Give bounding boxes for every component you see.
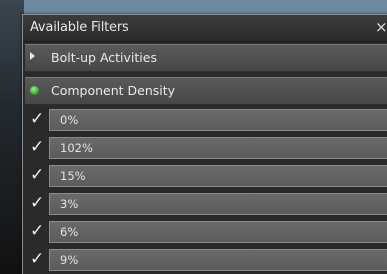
- filter-item-9-percent[interactable]: ✓ 9%: [25, 247, 387, 273]
- filter-item-6-percent[interactable]: ✓ 6%: [25, 219, 387, 245]
- filter-group-label: Bolt-up Activities: [51, 50, 157, 65]
- filter-item-box[interactable]: 6%: [49, 221, 387, 243]
- filter-group-component-density[interactable]: Component Density: [25, 77, 387, 105]
- background-viewport-edge: [0, 0, 24, 274]
- filter-item-102-percent[interactable]: ✓ 102%: [25, 135, 387, 161]
- filter-item-label: 102%: [60, 141, 93, 155]
- close-icon[interactable]: ×: [375, 18, 387, 36]
- filter-item-label: 6%: [60, 225, 79, 239]
- expand-arrow-icon[interactable]: [30, 52, 35, 60]
- filter-item-3-percent[interactable]: ✓ 3%: [25, 191, 387, 217]
- checkmark-icon[interactable]: ✓: [30, 193, 44, 213]
- available-filters-panel: Available Filters × Bolt-up Activities C…: [22, 14, 387, 274]
- checkmark-icon[interactable]: ✓: [30, 221, 44, 241]
- panel-title: Available Filters: [30, 20, 129, 35]
- filter-item-box[interactable]: 0%: [49, 109, 387, 131]
- panel-title-bar[interactable]: Available Filters ×: [23, 15, 387, 42]
- filter-item-15-percent[interactable]: ✓ 15%: [25, 163, 387, 189]
- checkmark-icon[interactable]: ✓: [30, 137, 44, 157]
- filter-item-label: 15%: [60, 169, 86, 183]
- filter-item-label: 0%: [60, 113, 79, 127]
- screen: Available Filters × Bolt-up Activities C…: [0, 0, 387, 274]
- filter-item-0-percent[interactable]: ✓ 0%: [25, 107, 387, 133]
- filter-group-label: Component Density: [51, 83, 176, 98]
- filter-item-box[interactable]: 102%: [49, 137, 387, 159]
- checkmark-icon[interactable]: ✓: [30, 109, 44, 129]
- green-status-dot-icon: [30, 86, 39, 95]
- checkmark-icon[interactable]: ✓: [30, 249, 44, 269]
- filter-item-box[interactable]: 3%: [49, 193, 387, 215]
- filter-item-label: 9%: [60, 253, 79, 267]
- filter-item-label: 3%: [60, 197, 79, 211]
- filter-item-box[interactable]: 15%: [49, 165, 387, 187]
- checkmark-icon[interactable]: ✓: [30, 165, 44, 185]
- filter-group-bolt-up-activities[interactable]: Bolt-up Activities: [25, 44, 387, 72]
- filter-item-box[interactable]: 9%: [49, 249, 387, 271]
